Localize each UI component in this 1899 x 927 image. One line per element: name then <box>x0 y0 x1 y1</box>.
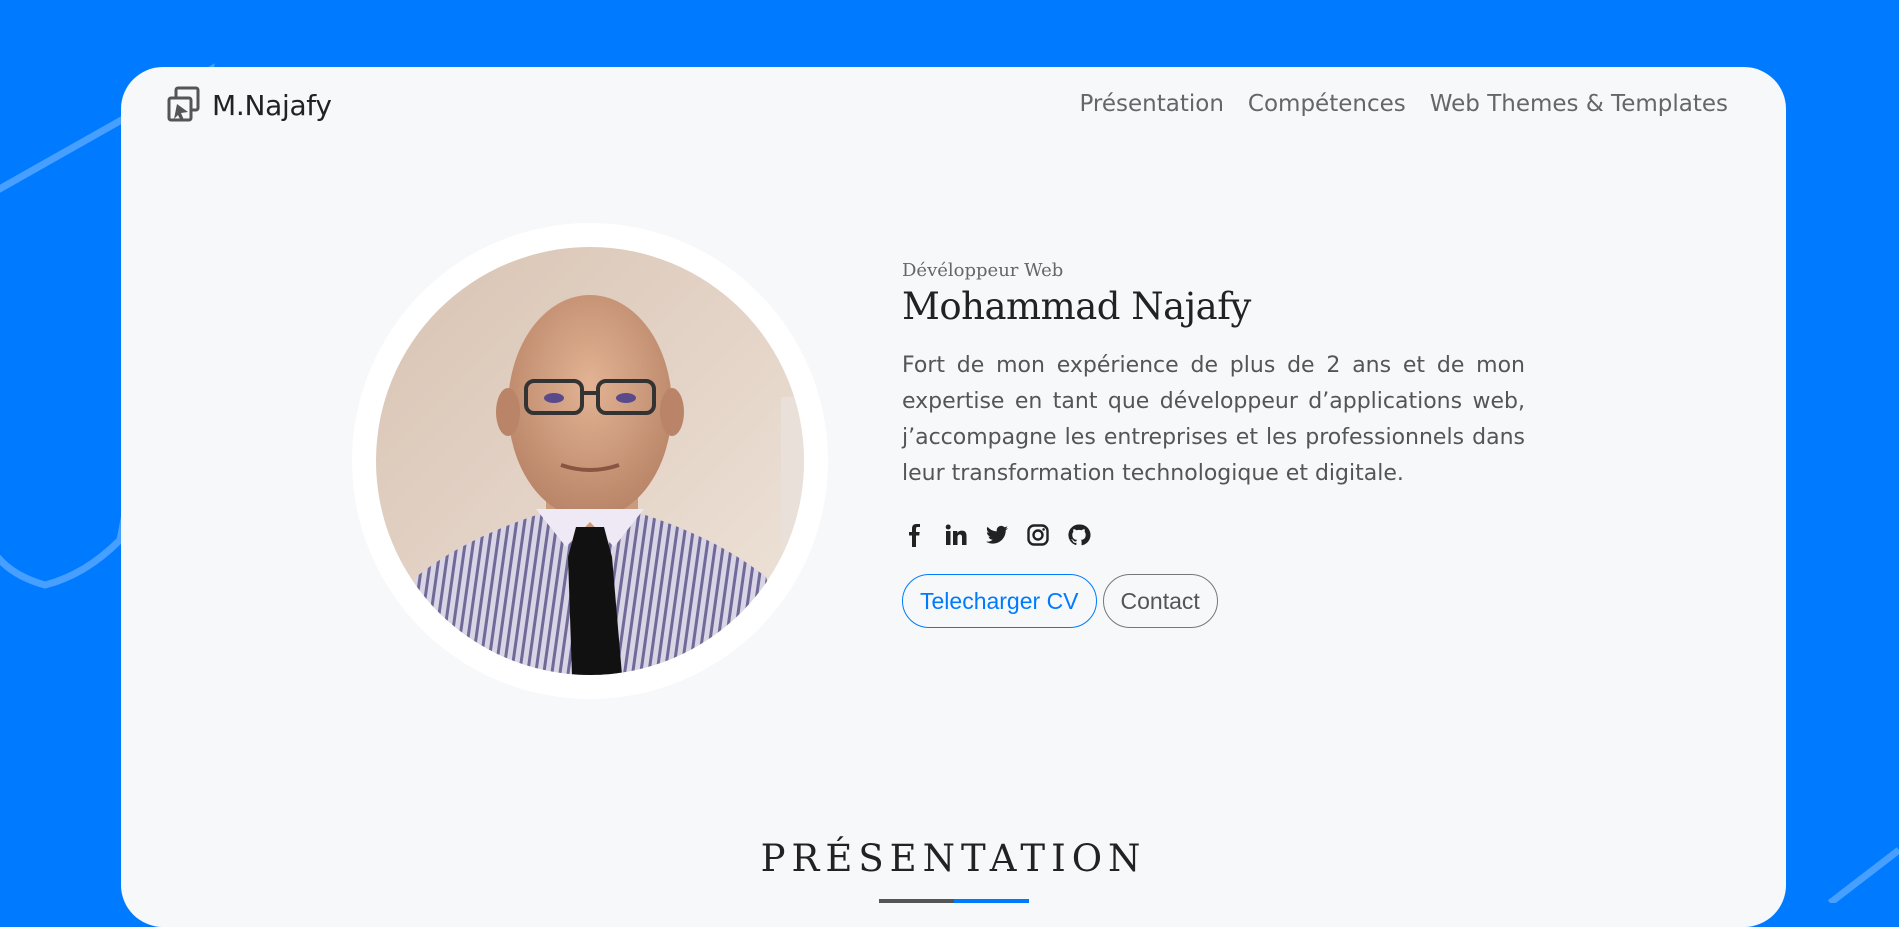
download-cv-button[interactable]: Telecharger CV <box>902 574 1097 628</box>
hero-buttons: Telecharger CV Contact <box>902 574 1525 628</box>
profile-bio: Fort de mon expérience de plus de 2 ans … <box>902 353 1525 486</box>
instagram-icon[interactable] <box>1025 522 1051 548</box>
github-icon[interactable] <box>1066 522 1092 548</box>
profile-name: Mohammad Najafy <box>902 285 1251 328</box>
logo-text: M.Najafy <box>212 88 332 122</box>
main-card: M.Najafy Présentation Compétences Web Th… <box>121 67 1786 927</box>
facebook-icon[interactable] <box>902 522 928 548</box>
contact-button[interactable]: Contact <box>1102 574 1218 628</box>
profile-photo-frame <box>352 223 828 699</box>
profile-photo <box>376 247 804 675</box>
stacked-squares-logo-icon <box>167 86 200 122</box>
section-title-presentation: PRÉSENTATION <box>760 837 1147 880</box>
main-nav: Présentation Compétences Web Themes & Te… <box>1079 91 1728 117</box>
nav-item-competences[interactable]: Compétences <box>1248 91 1406 117</box>
twitter-icon[interactable] <box>984 522 1010 548</box>
social-links <box>902 522 1525 548</box>
job-title: Dévéloppeur Web <box>902 260 1064 281</box>
section-title-underline <box>879 899 1029 903</box>
linkedin-icon[interactable] <box>943 522 969 548</box>
nav-item-web-themes[interactable]: Web Themes & Templates <box>1430 91 1728 117</box>
intro-block: Dévéloppeur Web Mohammad Najafy Fort de … <box>902 260 1525 628</box>
nav-item-presentation[interactable]: Présentation <box>1079 91 1223 117</box>
site-logo[interactable]: M.Najafy <box>166 86 332 124</box>
